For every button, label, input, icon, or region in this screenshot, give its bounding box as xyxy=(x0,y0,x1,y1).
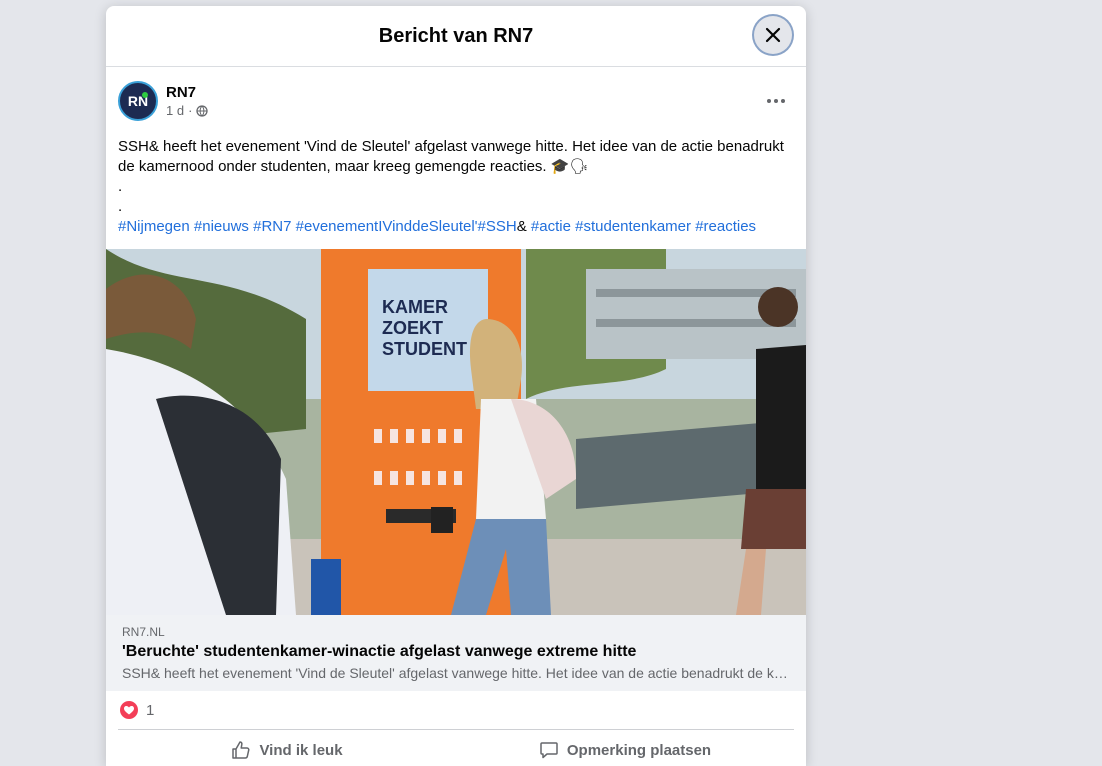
reaction-count[interactable]: 1 xyxy=(146,702,154,719)
post-dot-2: . xyxy=(118,198,123,215)
link-domain: RN7.NL xyxy=(122,625,165,639)
comment-label: Opmerking plaatsen xyxy=(566,741,712,759)
hashtag-link[interactable]: #RN7 xyxy=(253,218,291,235)
post-body: SSH& heeft het evenement 'Vind de Sleute… xyxy=(118,138,784,175)
modal-title: Bericht van RN7 xyxy=(378,24,534,47)
comment-icon xyxy=(540,742,558,759)
speaking-head-emoji-icon: 🗣 xyxy=(569,158,589,175)
page-meta: RN7 1 d · xyxy=(166,84,209,118)
close-button[interactable] xyxy=(754,16,792,54)
post-photo[interactable]: KAMER ZOEKT STUDENT xyxy=(106,249,806,615)
graduation-emoji-icon: 🎓 xyxy=(550,158,570,175)
love-reaction-icon[interactable] xyxy=(120,701,138,719)
comment-button[interactable]: Opmerking plaatsen xyxy=(456,740,794,760)
like-button[interactable]: Vind ik leuk xyxy=(118,740,456,760)
hashtag-link[interactable]: #reacties xyxy=(695,218,756,235)
more-options-button[interactable] xyxy=(758,83,794,119)
like-label: Vind ik leuk xyxy=(259,741,343,759)
hashtag-list: #Nijmegen #nieuws #RN7 #evenementIVindde… xyxy=(118,217,794,237)
sign-line-3: STUDENT xyxy=(382,339,467,359)
avatar-accent xyxy=(142,92,148,98)
post-time: 1 d · xyxy=(166,103,209,118)
link-title[interactable]: 'Beruchte' studentenkamer-winactie afgel… xyxy=(122,643,790,661)
more-icon xyxy=(767,99,785,103)
post-text: SSH& heeft het evenement 'Vind de Sleute… xyxy=(106,123,806,237)
post-modal: Bericht van RN7 RN RN7 1 d · SSH& heeft … xyxy=(106,6,806,766)
thumbs-up-icon xyxy=(232,741,250,759)
action-bar: Vind ik leuk Opmerking plaatsen xyxy=(106,730,806,766)
hashtag-joiner: & xyxy=(516,218,527,235)
hashtag-link[interactable]: #Nijmegen xyxy=(118,218,190,235)
avatar[interactable]: RN xyxy=(118,81,158,121)
hashtag-link[interactable]: #actie xyxy=(531,218,571,235)
page-name[interactable]: RN7 xyxy=(166,84,208,101)
link-description: SSH& heeft het evenement 'Vind de Sleute… xyxy=(122,665,790,681)
globe-icon xyxy=(196,104,209,117)
sign-line-2: ZOEKT xyxy=(382,318,443,338)
hashtag-link[interactable]: #nieuws xyxy=(194,218,249,235)
heart-icon xyxy=(124,705,134,714)
hashtag-link[interactable]: #studentenkamer xyxy=(575,218,691,235)
post-header: RN RN7 1 d · xyxy=(106,67,806,123)
modal-header: Bericht van RN7 xyxy=(106,6,806,67)
link-preview[interactable]: RN7.NL 'Beruchte' studentenkamer-winacti… xyxy=(106,615,806,691)
close-icon xyxy=(765,27,781,43)
post-dot-1: . xyxy=(118,178,123,195)
sign-line-1: KAMER xyxy=(382,297,448,317)
time-separator: · xyxy=(188,103,193,118)
hashtag-link[interactable]: #evenementIVinddeSleutel'#SSH xyxy=(296,218,517,235)
post-timestamp[interactable]: 1 d xyxy=(166,103,184,118)
reactions-bar: 1 xyxy=(118,691,794,730)
